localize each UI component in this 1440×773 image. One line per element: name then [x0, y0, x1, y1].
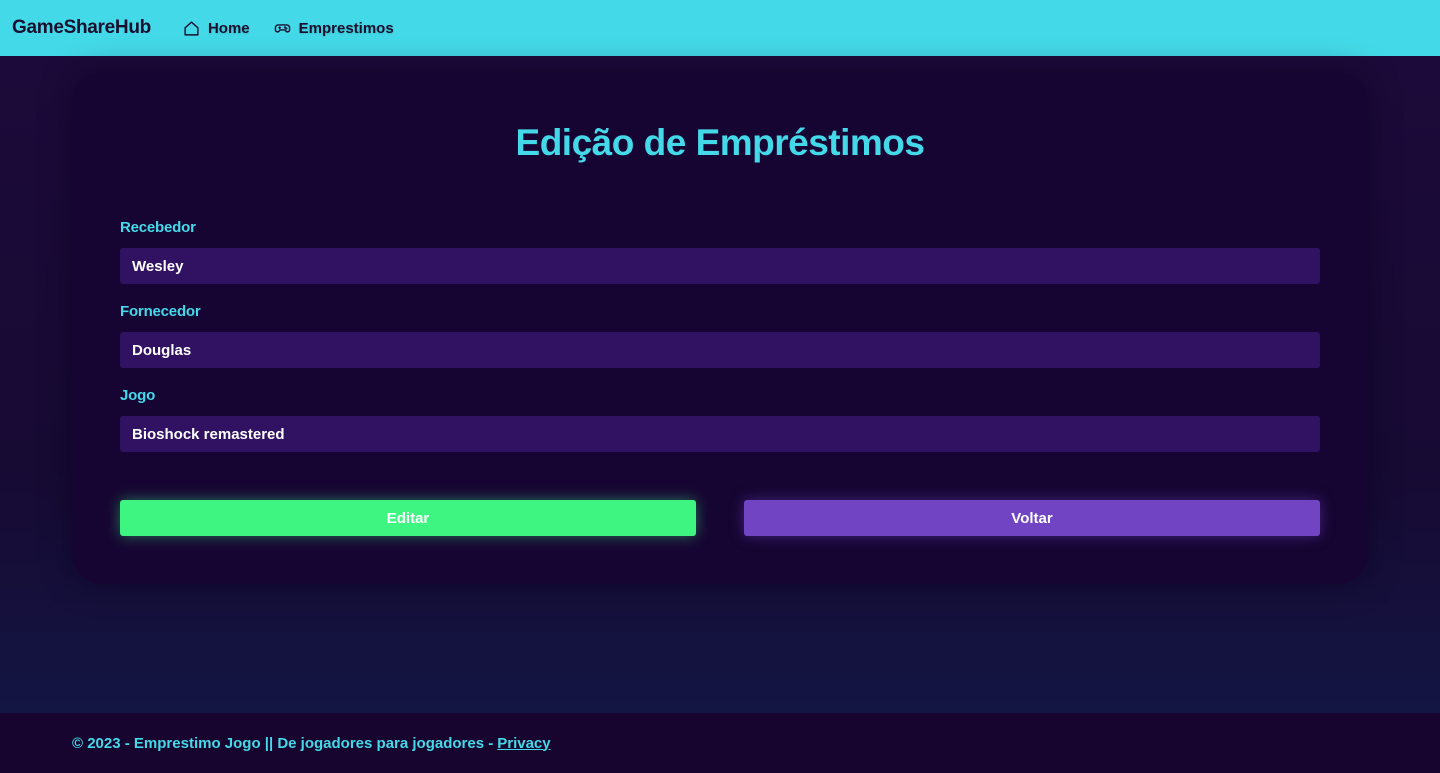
footer-text: © 2023 - Emprestimo Jogo || De jogadores…	[72, 734, 494, 752]
nav-link-home-label: Home	[207, 19, 250, 37]
nav-link-home[interactable]: Home	[183, 20, 250, 37]
jogo-label: Jogo	[120, 387, 156, 404]
page-title: Edição de Empréstimos	[515, 122, 925, 163]
gamepad-icon	[274, 23, 290, 33]
recebedor-input[interactable]	[120, 248, 1320, 284]
home-icon	[184, 20, 199, 36]
fornecedor-input[interactable]	[120, 332, 1320, 368]
navbar: GameShareHub Home Emprestimos	[0, 0, 1440, 56]
footer: © 2023 - Emprestimo Jogo || De jogadores…	[0, 713, 1440, 773]
edit-button[interactable]: Editar	[120, 500, 696, 536]
fornecedor-label: Fornecedor	[120, 303, 201, 320]
brand-logo[interactable]: GameShareHub	[12, 17, 151, 39]
nav-link-emprestimos-label: Emprestimos	[298, 19, 394, 37]
nav-link-emprestimos[interactable]: Emprestimos	[274, 20, 394, 37]
edit-card: Edição de Empréstimos Recebedor Forneced…	[72, 72, 1368, 584]
privacy-link[interactable]: Privacy	[497, 735, 550, 752]
back-button[interactable]: Voltar	[744, 500, 1320, 536]
jogo-input[interactable]	[120, 416, 1320, 452]
recebedor-label: Recebedor	[120, 219, 196, 236]
